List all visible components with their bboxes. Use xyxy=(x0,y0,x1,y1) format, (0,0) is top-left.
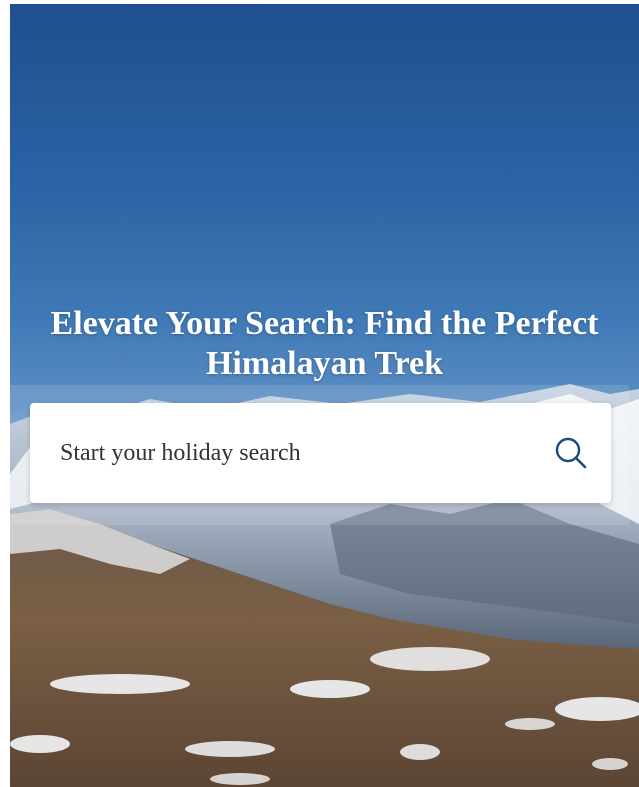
search-button[interactable] xyxy=(531,403,611,503)
hero-title: Elevate Your Search: Find the Perfect Hi… xyxy=(50,305,599,382)
search-input[interactable] xyxy=(30,403,531,503)
search-box xyxy=(30,403,611,503)
search-icon xyxy=(555,437,587,469)
page: Elevate Your Search: Find the Perfect Hi… xyxy=(0,0,639,787)
